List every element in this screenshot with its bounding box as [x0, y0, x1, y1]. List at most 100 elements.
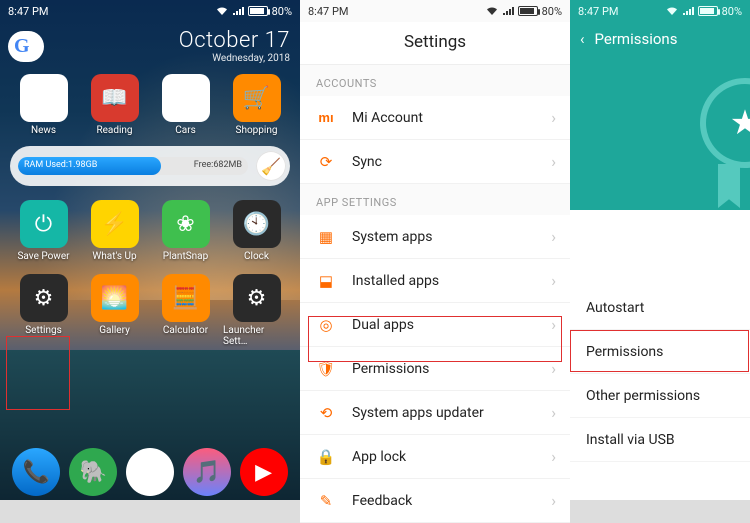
battery-pct: 80%	[722, 5, 742, 18]
settings-screen: 8:47 PM 80% Settings ACCOUNTS mı Mi Acco…	[300, 0, 570, 500]
item-label: Install via USB	[586, 432, 675, 448]
page-title: Permissions	[595, 30, 678, 48]
app-label: PlantSnap	[163, 251, 209, 262]
date-subtext: Wednesday, 2018	[179, 53, 290, 64]
app-gallery-icon: 🌅	[91, 274, 139, 322]
app-cars[interactable]: m Cars	[152, 74, 219, 136]
page-title: Settings	[300, 22, 570, 65]
row-label: Sync	[338, 154, 551, 170]
app-label: Clock	[244, 251, 269, 262]
battery-icon	[248, 6, 268, 16]
app-save-power[interactable]: ⏻ Save Power	[10, 200, 77, 262]
app-news-icon: T	[20, 74, 68, 122]
row-app-lock[interactable]: 🔒 App lock ›	[300, 435, 570, 479]
row-permissions[interactable]: 🛡 Permissions ›	[300, 347, 570, 391]
item-install-via-usb[interactable]: Install via USB	[570, 418, 750, 462]
row-dual-apps[interactable]: ◎ Dual apps ›	[300, 303, 570, 347]
dock-apps[interactable]: ⋮⋮	[126, 448, 174, 496]
row-label: System apps updater	[338, 405, 551, 421]
app-calculator-icon: 🧮	[162, 274, 210, 322]
chevron-right-icon: ›	[551, 227, 556, 246]
item-other-permissions[interactable]: Other permissions	[570, 374, 750, 418]
row-label: Installed apps	[338, 273, 551, 289]
app-clock[interactable]: 🕙 Clock	[223, 200, 290, 262]
app-save-power-icon: ⏻	[20, 200, 68, 248]
dock-phone[interactable]: 📞	[12, 448, 60, 496]
ribbon-badge-icon: ★	[660, 78, 750, 208]
wifi-icon	[486, 6, 498, 16]
app-calculator[interactable]: 🧮 Calculator	[152, 274, 219, 347]
chevron-right-icon: ›	[551, 315, 556, 334]
app-launcher-settings-icon: ⚙	[233, 274, 281, 322]
star-icon: ★	[730, 103, 750, 143]
google-search-pill[interactable]: G	[8, 31, 44, 62]
feedback-icon: ✎	[314, 492, 338, 510]
item-permissions[interactable]: Permissions	[570, 330, 750, 374]
app-label: Shopping	[236, 125, 278, 136]
statusbar-time: 8:47 PM	[308, 5, 348, 18]
home-screen: 8:47 PM 80% G October 17 Wednesday, 2018	[0, 0, 300, 500]
signal-icon	[682, 6, 694, 16]
date-text: October 17	[179, 28, 290, 53]
back-icon[interactable]: ‹	[580, 30, 585, 48]
row-feedback[interactable]: ✎ Feedback ›	[300, 479, 570, 523]
chevron-right-icon: ›	[551, 271, 556, 290]
lock-icon: 🔒	[314, 448, 338, 466]
item-label: Permissions	[586, 344, 663, 360]
app-launcher-settings[interactable]: ⚙ Launcher Sett…	[223, 274, 290, 347]
chevron-right-icon: ›	[551, 152, 556, 171]
row-sync[interactable]: ⟳ Sync ›	[300, 140, 570, 184]
row-system-apps[interactable]: ▦ System apps ›	[300, 215, 570, 259]
ram-used-label: RAM Used:1.98GB	[24, 160, 97, 170]
app-whats-up[interactable]: ⚡What's Up	[81, 200, 148, 262]
wifi-icon	[216, 6, 228, 16]
row-system-apps-updater[interactable]: ⟲ System apps updater ›	[300, 391, 570, 435]
row-installed-apps[interactable]: ⬓ Installed apps ›	[300, 259, 570, 303]
app-label: Launcher Sett…	[223, 325, 290, 347]
chevron-right-icon: ›	[551, 491, 556, 510]
row-mi-account[interactable]: mı Mi Account ›	[300, 96, 570, 140]
chevron-right-icon: ›	[551, 108, 556, 127]
row-label: App lock	[338, 449, 551, 465]
ram-widget[interactable]: RAM Used:1.98GB Free:682MB 🧹	[10, 146, 290, 186]
download-icon: ⬓	[314, 272, 338, 290]
google-logo-icon: G	[14, 35, 30, 58]
item-label: Other permissions	[586, 388, 700, 404]
app-gallery[interactable]: 🌅 Gallery	[81, 274, 148, 347]
app-news[interactable]: TNews	[10, 74, 77, 136]
date-widget[interactable]: October 17 Wednesday, 2018	[179, 28, 290, 64]
app-label: Gallery	[99, 325, 130, 336]
section-header-accounts: ACCOUNTS	[300, 65, 570, 96]
battery-icon	[518, 6, 538, 16]
chevron-right-icon: ›	[551, 403, 556, 422]
item-label: Autostart	[586, 300, 644, 316]
app-reading[interactable]: 📖Reading	[81, 74, 148, 136]
chevron-right-icon: ›	[551, 359, 556, 378]
dock-evernote[interactable]: 🐘	[69, 448, 117, 496]
battery-icon	[698, 6, 718, 16]
mi-logo-icon: mı	[318, 110, 333, 125]
item-autostart[interactable]: Autostart	[570, 286, 750, 330]
statusbar-time: 8:47 PM	[8, 5, 48, 18]
dock-music[interactable]: 🎵	[183, 448, 231, 496]
app-cars-icon: m	[162, 74, 210, 122]
app-label: Calculator	[163, 325, 208, 336]
ram-clean-button[interactable]: 🧹	[256, 151, 286, 181]
statusbar: 8:47 PM 80%	[0, 0, 300, 22]
broom-icon: 🧹	[261, 157, 281, 176]
battery-pct: 80%	[272, 5, 292, 18]
app-shopping[interactable]: 🛒Shopping	[223, 74, 290, 136]
row-label: Feedback	[338, 493, 551, 509]
statusbar-time: 8:47 PM	[578, 5, 618, 18]
grid-icon: ▦	[314, 228, 338, 246]
signal-icon	[232, 6, 244, 16]
wifi-icon	[666, 6, 678, 16]
app-label: Save Power	[17, 251, 69, 262]
app-label: Cars	[175, 125, 196, 136]
app-label: What's Up	[92, 251, 136, 262]
app-plantsnap[interactable]: ❀PlantSnap	[152, 200, 219, 262]
app-settings[interactable]: ⚙Settings	[10, 274, 77, 347]
app-settings-icon: ⚙	[20, 274, 68, 322]
dock-youtube[interactable]: ▶	[240, 448, 288, 496]
app-clock-icon: 🕙	[233, 200, 281, 248]
